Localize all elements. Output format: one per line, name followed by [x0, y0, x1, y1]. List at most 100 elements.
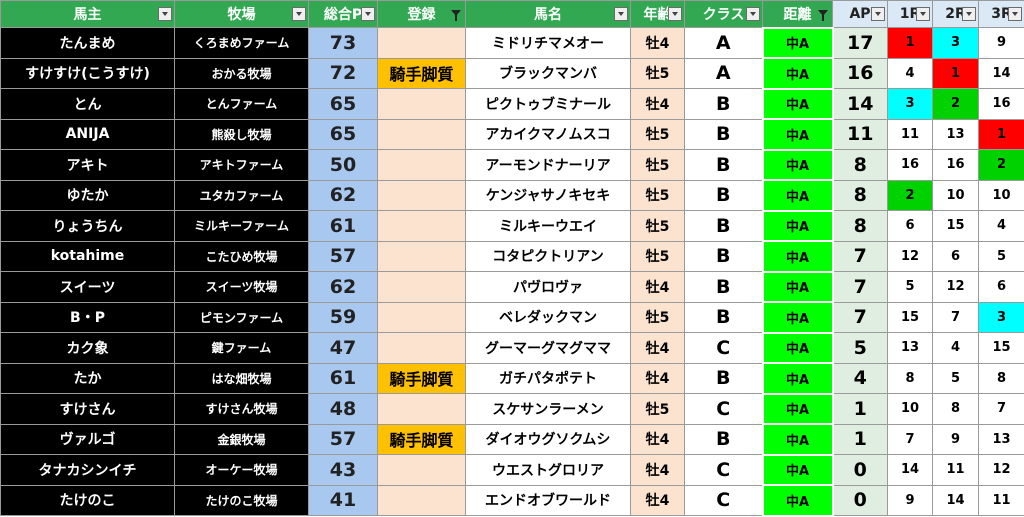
register-cell[interactable] — [378, 272, 466, 303]
age-cell[interactable]: 牡4 — [631, 28, 685, 59]
owner-cell[interactable]: タナカシンイチ — [1, 455, 175, 486]
horse-cell[interactable]: アカイクマノムスコ — [466, 119, 631, 150]
r1-cell[interactable]: 5 — [888, 272, 933, 303]
class-cell[interactable]: A — [685, 58, 763, 89]
register-cell[interactable]: 騎手脚質 — [378, 363, 466, 394]
ranch-cell[interactable]: 金銀牧場 — [175, 424, 309, 455]
r3-cell[interactable]: 4 — [979, 211, 1024, 242]
horse-cell[interactable]: パヴロヴァ — [466, 272, 631, 303]
points-cell[interactable]: 65 — [309, 119, 378, 150]
ap-cell[interactable]: 4 — [833, 363, 888, 394]
distance-cell[interactable]: 中A — [763, 485, 833, 516]
ap-cell[interactable]: 7 — [833, 241, 888, 272]
age-cell[interactable]: 牡4 — [631, 333, 685, 364]
col-r3[interactable]: 3R — [979, 1, 1024, 28]
filter-active-icon[interactable] — [818, 10, 828, 16]
points-cell[interactable]: 43 — [309, 455, 378, 486]
ranch-cell[interactable]: とんファーム — [175, 89, 309, 120]
r2-cell[interactable]: 12 — [933, 272, 979, 303]
owner-cell[interactable]: りょうちん — [1, 211, 175, 242]
points-cell[interactable]: 61 — [309, 363, 378, 394]
r3-cell[interactable]: 14 — [979, 58, 1024, 89]
points-cell[interactable]: 59 — [309, 302, 378, 333]
r2-cell[interactable]: 4 — [933, 333, 979, 364]
points-cell[interactable]: 61 — [309, 211, 378, 242]
distance-cell[interactable]: 中A — [763, 89, 833, 120]
distance-cell[interactable]: 中A — [763, 302, 833, 333]
col-class[interactable]: クラス — [685, 1, 763, 28]
ranch-cell[interactable]: 熊殺し牧場 — [175, 119, 309, 150]
ranch-cell[interactable]: くろまめファーム — [175, 28, 309, 59]
owner-cell[interactable]: たけのこ — [1, 485, 175, 516]
owner-cell[interactable]: スイーツ — [1, 272, 175, 303]
col-register[interactable]: 登録 — [378, 1, 466, 28]
col-owner[interactable]: 馬主 — [1, 1, 175, 28]
r1-cell[interactable]: 6 — [888, 211, 933, 242]
class-cell[interactable]: B — [685, 272, 763, 303]
register-cell[interactable] — [378, 28, 466, 59]
r3-cell[interactable]: 9 — [979, 28, 1024, 59]
r2-cell[interactable]: 13 — [933, 119, 979, 150]
age-cell[interactable]: 牡5 — [631, 302, 685, 333]
r2-cell[interactable]: 5 — [933, 363, 979, 394]
r3-cell[interactable]: 11 — [979, 485, 1024, 516]
ranch-cell[interactable]: ミルキーファーム — [175, 211, 309, 242]
r3-cell[interactable]: 5 — [979, 241, 1024, 272]
r3-cell[interactable]: 15 — [979, 333, 1024, 364]
r1-cell[interactable]: 7 — [888, 424, 933, 455]
r2-cell[interactable]: 11 — [933, 455, 979, 486]
owner-cell[interactable]: ヴァルゴ — [1, 424, 175, 455]
horse-cell[interactable]: ピクトゥブミナール — [466, 89, 631, 120]
filter-dropdown-icon[interactable] — [668, 7, 682, 21]
register-cell[interactable]: 騎手脚質 — [378, 58, 466, 89]
owner-cell[interactable]: とん — [1, 89, 175, 120]
r1-cell[interactable]: 8 — [888, 363, 933, 394]
r2-cell[interactable]: 6 — [933, 241, 979, 272]
owner-cell[interactable]: すけすけ(こうすけ) — [1, 58, 175, 89]
horse-cell[interactable]: エンドオブワールド — [466, 485, 631, 516]
points-cell[interactable]: 50 — [309, 150, 378, 181]
age-cell[interactable]: 牡5 — [631, 150, 685, 181]
r2-cell[interactable]: 16 — [933, 150, 979, 181]
points-cell[interactable]: 62 — [309, 180, 378, 211]
age-cell[interactable]: 牡5 — [631, 180, 685, 211]
filter-dropdown-icon[interactable] — [916, 7, 930, 21]
register-cell[interactable] — [378, 485, 466, 516]
r2-cell[interactable]: 2 — [933, 89, 979, 120]
horse-cell[interactable]: ウエストグロリア — [466, 455, 631, 486]
r2-cell[interactable]: 15 — [933, 211, 979, 242]
class-cell[interactable]: B — [685, 363, 763, 394]
filter-dropdown-icon[interactable] — [746, 7, 760, 21]
age-cell[interactable]: 牡4 — [631, 272, 685, 303]
col-r2[interactable]: 2R — [933, 1, 979, 28]
r3-cell[interactable]: 8 — [979, 363, 1024, 394]
ranch-cell[interactable]: こたひめ牧場 — [175, 241, 309, 272]
r2-cell[interactable]: 9 — [933, 424, 979, 455]
ranch-cell[interactable]: スイーツ牧場 — [175, 272, 309, 303]
class-cell[interactable]: C — [685, 333, 763, 364]
owner-cell[interactable]: カク象 — [1, 333, 175, 364]
class-cell[interactable]: B — [685, 241, 763, 272]
class-cell[interactable]: B — [685, 211, 763, 242]
horse-cell[interactable]: ダイオウグソクムシ — [466, 424, 631, 455]
age-cell[interactable]: 牡5 — [631, 394, 685, 425]
r3-cell[interactable]: 16 — [979, 89, 1024, 120]
distance-cell[interactable]: 中A — [763, 363, 833, 394]
age-cell[interactable]: 牡4 — [631, 424, 685, 455]
distance-cell[interactable]: 中A — [763, 211, 833, 242]
ap-cell[interactable]: 1 — [833, 394, 888, 425]
r1-cell[interactable]: 14 — [888, 455, 933, 486]
r3-cell[interactable]: 10 — [979, 180, 1024, 211]
distance-cell[interactable]: 中A — [763, 272, 833, 303]
ranch-cell[interactable]: ピモンファーム — [175, 302, 309, 333]
points-cell[interactable]: 57 — [309, 241, 378, 272]
distance-cell[interactable]: 中A — [763, 241, 833, 272]
r1-cell[interactable]: 9 — [888, 485, 933, 516]
distance-cell[interactable]: 中A — [763, 180, 833, 211]
register-cell[interactable] — [378, 333, 466, 364]
class-cell[interactable]: A — [685, 28, 763, 59]
r3-cell[interactable]: 2 — [979, 150, 1024, 181]
distance-cell[interactable]: 中A — [763, 150, 833, 181]
register-cell[interactable] — [378, 211, 466, 242]
filter-dropdown-icon[interactable] — [292, 7, 306, 21]
